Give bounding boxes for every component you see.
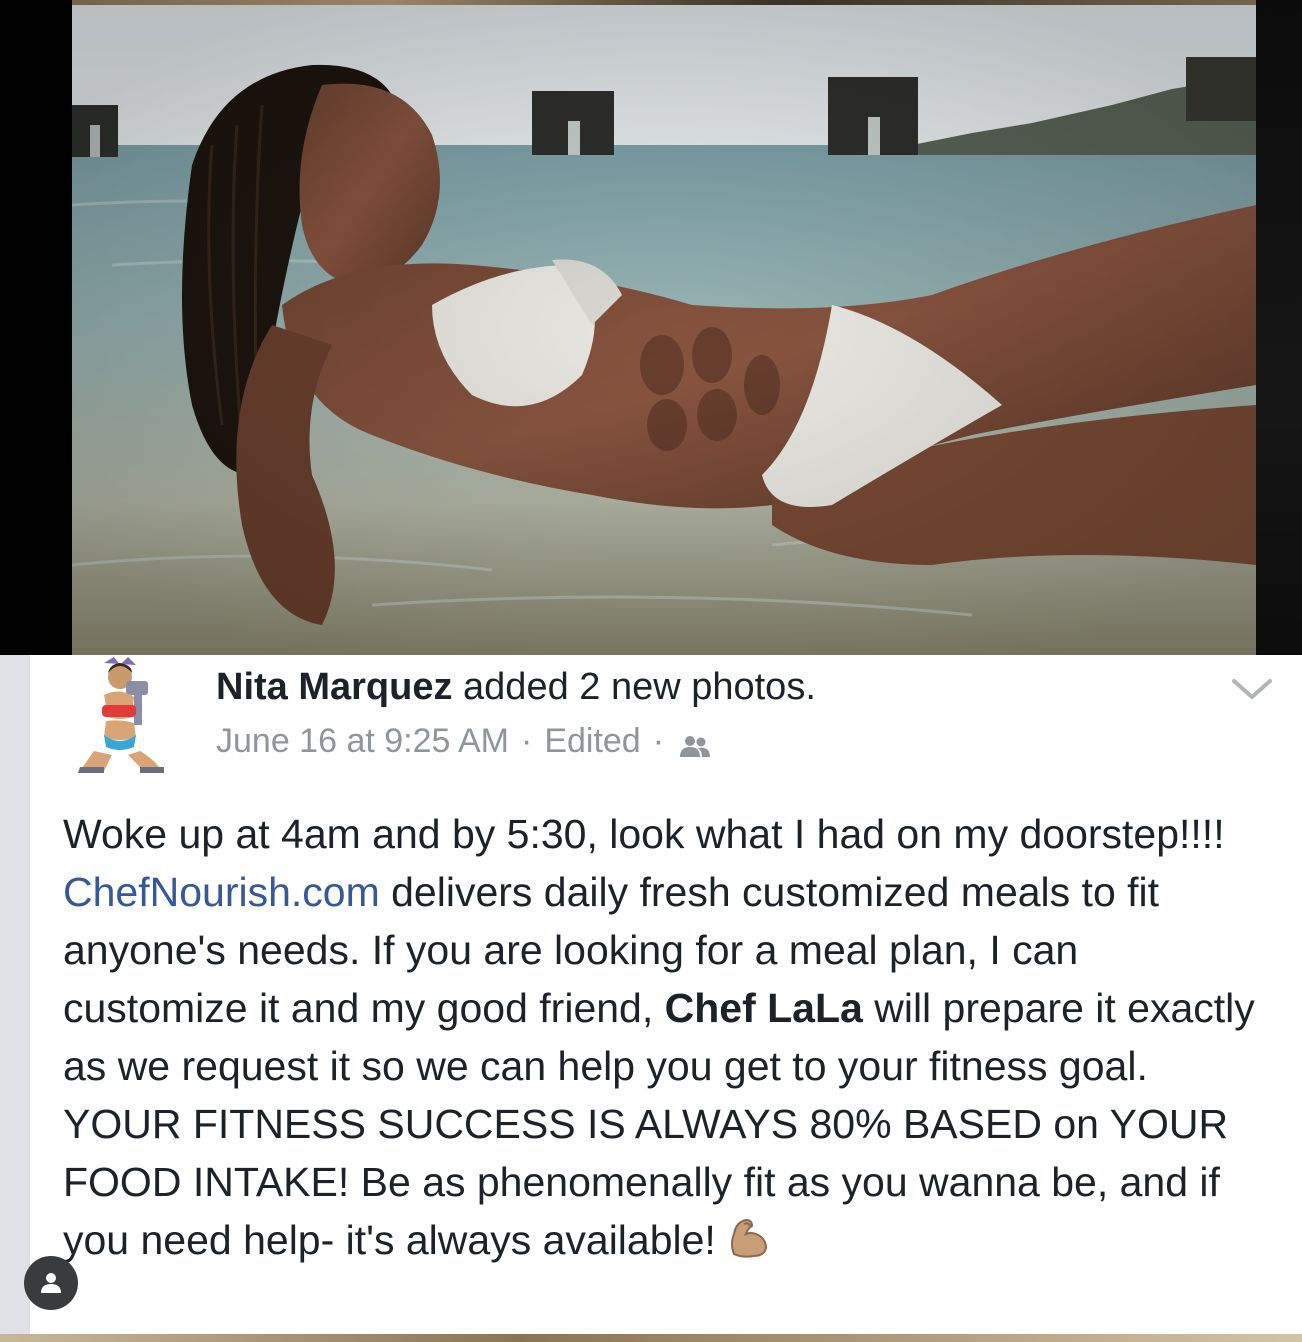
chef-lala-mention[interactable]: Chef LaLa — [665, 985, 863, 1031]
chevron-down-icon[interactable] — [1230, 675, 1274, 703]
post-text: Woke up at 4am and by 5:30, look what I … — [63, 805, 1263, 1269]
chefnourish-link[interactable]: ChefNourish.com — [63, 869, 380, 915]
friends-icon[interactable] — [678, 728, 712, 757]
meta-separator-2: · — [652, 722, 665, 760]
post-action-text: added 2 new photos. — [452, 666, 816, 708]
beach-photo-image — [72, 5, 1256, 655]
right-dark-strip — [1256, 0, 1302, 655]
post-text-part-1: Woke up at 4am and by 5:30, look what I … — [63, 811, 1225, 857]
left-dark-strip — [0, 0, 72, 655]
post-header: Nita Marquez added 2 new photos. June 16… — [216, 663, 1216, 761]
meta-separator: · — [520, 722, 533, 760]
edited-label[interactable]: Edited — [544, 721, 640, 761]
author-avatar[interactable] — [74, 655, 166, 775]
author-name-link[interactable]: Nita Marquez — [216, 666, 452, 708]
author-line: Nita Marquez added 2 new photos. — [216, 663, 1216, 711]
person-icon[interactable] — [24, 1256, 78, 1310]
screenshot-frame: Nita Marquez added 2 new photos. June 16… — [0, 0, 1302, 1342]
post-meta: June 16 at 9:25 AM · Edited · — [216, 721, 1216, 761]
avatar-cartoon-image — [74, 655, 166, 775]
post-photo[interactable] — [72, 5, 1256, 655]
bottom-edge-strip — [0, 1334, 1302, 1342]
flexed-biceps-icon — [726, 1214, 772, 1260]
post-card: Nita Marquez added 2 new photos. June 16… — [30, 655, 1302, 1342]
post-timestamp[interactable]: June 16 at 9:25 AM — [216, 721, 509, 761]
card-left-edge — [0, 655, 30, 1342]
